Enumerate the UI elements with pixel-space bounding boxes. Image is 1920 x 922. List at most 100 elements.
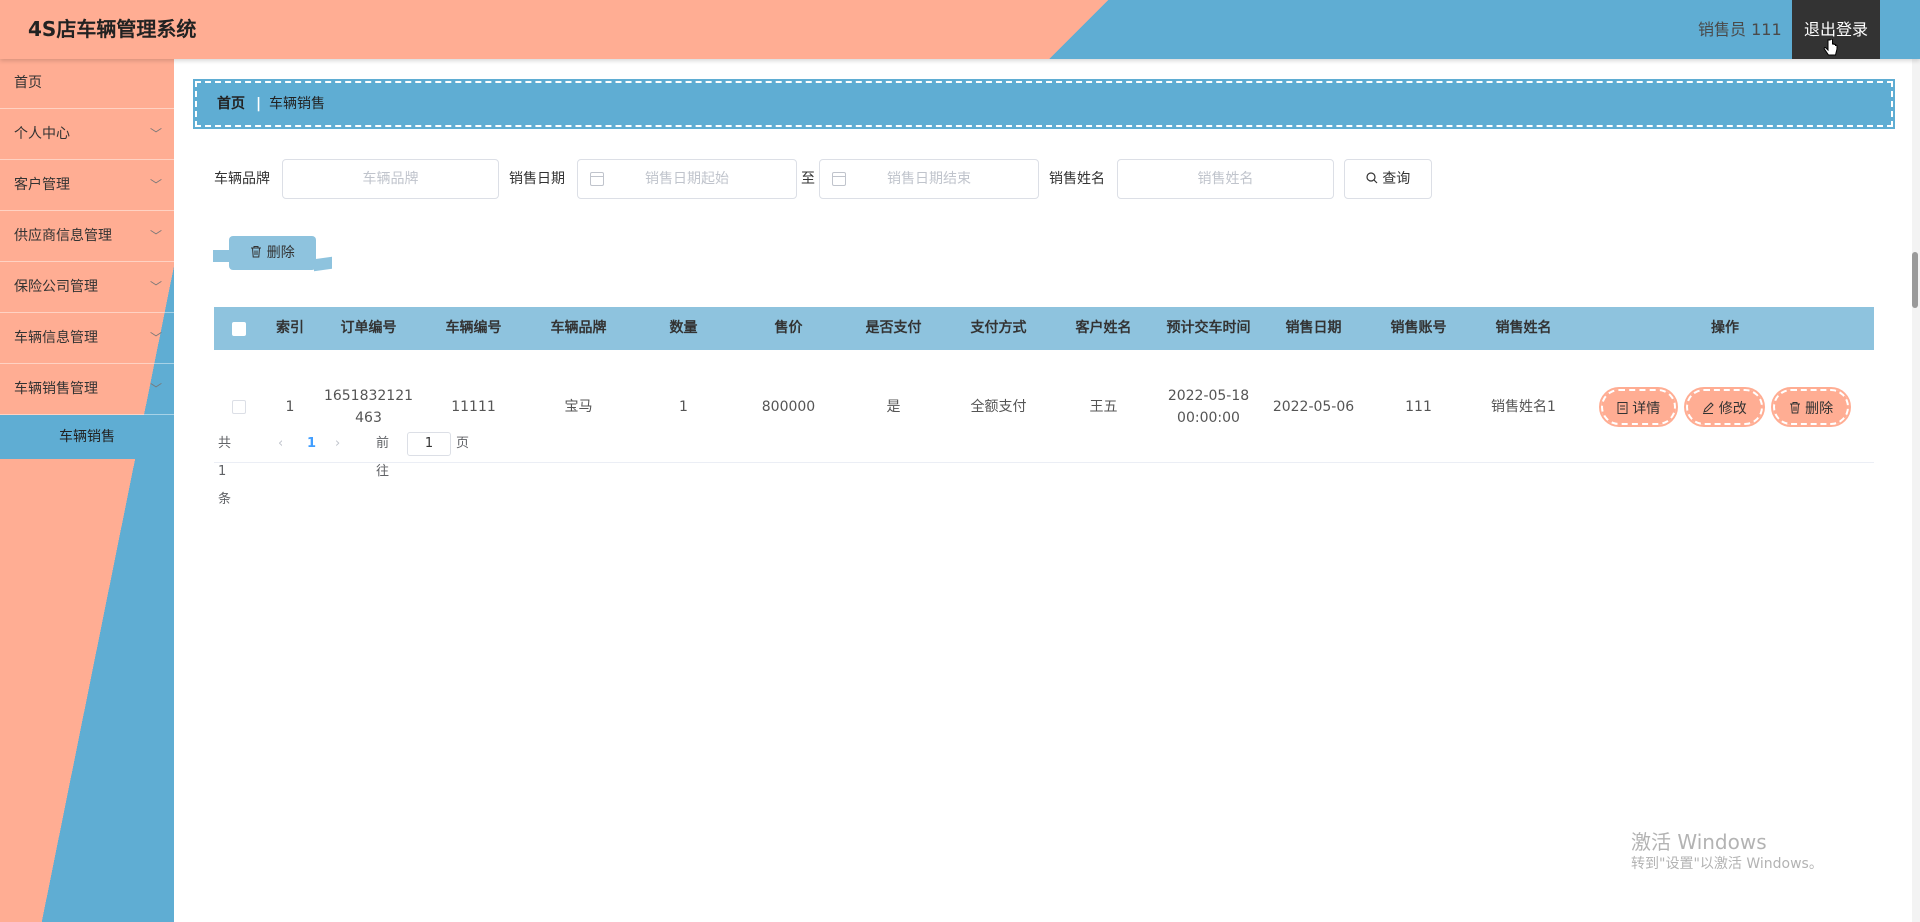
column-header: 操作 — [1711, 320, 1739, 336]
order-no-line-2: 463 — [355, 409, 382, 426]
page-number-current[interactable]: 1 — [307, 430, 316, 458]
sidebar-item-label: 首页 — [14, 75, 42, 91]
current-user-label: 销售员 111 — [1698, 20, 1782, 39]
chevron-down-icon: ﹀ — [149, 382, 162, 396]
chevron-down-icon: ﹀ — [149, 280, 162, 294]
batch-delete-button[interactable]: 删除 — [229, 236, 316, 270]
detail-button-label: 详情 — [1632, 400, 1661, 417]
table-header-row: 索引 订单编号 车辆编号 车辆品牌 数量 售价 是否支付 支付方式 客户姓名 预… — [214, 307, 1874, 350]
sale-date-label: 销售日期 — [509, 171, 565, 187]
cell-paid: 是 — [886, 398, 901, 415]
column-header: 客户姓名 — [1075, 320, 1132, 336]
cell-quantity: 1 — [679, 398, 688, 415]
sidebar-item-vehicles[interactable]: 车辆信息管理 ﹀ — [0, 313, 174, 364]
goto-page-input[interactable]: 1 — [407, 432, 451, 456]
sale-date-start-input[interactable]: 销售日期起始 — [577, 159, 797, 199]
date-range-separator: 至 — [801, 171, 815, 187]
cell-price: 800000 — [761, 398, 816, 415]
pagination-total: 共 1 条 — [218, 436, 232, 507]
cell-sale-date: 2022-05-06 — [1272, 398, 1355, 415]
chevron-down-icon: ﹀ — [149, 331, 162, 345]
column-header: 数量 — [669, 320, 698, 336]
sidebar-item-insurance[interactable]: 保险公司管理 ﹀ — [0, 262, 174, 313]
sidebar-item-personal-center[interactable]: 个人中心 ﹀ — [0, 109, 174, 160]
calendar-icon — [832, 172, 846, 186]
delete-button-decoration — [314, 256, 332, 272]
edit-button-label: 修改 — [1718, 400, 1747, 417]
detail-button[interactable]: 详情 — [1598, 386, 1679, 427]
sidebar-item-label: 车辆信息管理 — [14, 330, 98, 346]
cell-seller-name: 销售姓名1 — [1491, 398, 1556, 415]
sidebar-item-home[interactable]: 首页 — [0, 59, 174, 109]
delivery-date: 2022-05-18 — [1167, 387, 1250, 404]
query-button[interactable]: 查询 — [1344, 159, 1432, 199]
row-delete-button[interactable]: 删除 — [1770, 386, 1852, 427]
query-button-label: 查询 — [1382, 171, 1411, 187]
windows-activation-title: 激活 Windows — [1631, 830, 1767, 854]
cell-customer: 王五 — [1089, 398, 1118, 415]
order-no-line-1: 1651832121 — [323, 387, 414, 404]
edit-icon — [1703, 401, 1714, 414]
batch-delete-label: 删除 — [266, 245, 295, 261]
page-suffix: 页 — [456, 436, 470, 451]
sidebar-item-vehicle-sales[interactable]: 车辆销售管理 ﹀ — [0, 364, 174, 415]
sidebar-subitem-vehicle-sales[interactable]: 车辆销售 — [0, 415, 174, 459]
brand-filter-label: 车辆品牌 — [214, 171, 270, 187]
cell-delivery-time: 2022-05-18 00:00:00 — [1156, 350, 1261, 463]
trash-icon — [251, 246, 262, 258]
top-header: 4S店车辆管理系统 销售员 111 退出登录 — [0, 0, 1920, 59]
row-delete-button-label: 删除 — [1805, 400, 1834, 417]
column-header: 车辆编号 — [445, 320, 502, 336]
seller-name-input[interactable]: 销售姓名 — [1117, 159, 1334, 199]
cell-pay-method: 全额支付 — [970, 398, 1027, 415]
column-header: 售价 — [774, 320, 803, 336]
trash-icon — [1789, 401, 1800, 413]
sidebar-item-suppliers[interactable]: 供应商信息管理 ﹀ — [0, 211, 174, 262]
sale-date-end-placeholder: 销售日期结束 — [887, 171, 971, 187]
column-header: 销售账号 — [1390, 320, 1447, 336]
column-header: 订单编号 — [340, 320, 397, 336]
cell-order-no: 1651832121 463 — [316, 350, 421, 463]
sidebar-item-customers[interactable]: 客户管理 ﹀ — [0, 160, 174, 211]
sidebar-item-label: 车辆销售管理 — [14, 381, 98, 397]
select-all-checkbox[interactable] — [232, 321, 246, 336]
delivery-clock: 00:00:00 — [1177, 409, 1240, 426]
search-icon — [1366, 172, 1378, 184]
next-page-button[interactable]: › — [335, 430, 340, 458]
cell-sale-account: 111 — [1405, 398, 1432, 415]
seller-name-label: 销售姓名 — [1049, 171, 1105, 187]
chevron-down-icon: ﹀ — [149, 127, 162, 141]
app-title: 4S店车辆管理系统 — [28, 17, 197, 41]
sidebar-item-label: 个人中心 — [14, 126, 70, 142]
edit-button[interactable]: 修改 — [1684, 386, 1765, 427]
sidebar: 首页 个人中心 ﹀ 客户管理 ﹀ 供应商信息管理 ﹀ 保险公司管理 ﹀ 车辆信息… — [0, 59, 174, 922]
hand-cursor-icon — [1823, 39, 1838, 56]
breadcrumb-current: 车辆销售 — [269, 96, 325, 112]
brand-filter-input[interactable]: 车辆品牌 — [282, 159, 499, 199]
sale-date-end-input[interactable]: 销售日期结束 — [819, 159, 1039, 199]
windows-activation-subtitle: 转到"设置"以激活 Windows。 — [1631, 856, 1823, 872]
sale-date-start-placeholder: 销售日期起始 — [645, 171, 729, 187]
document-icon — [1617, 401, 1628, 414]
page-scrollbar-thumb[interactable] — [1912, 252, 1918, 308]
column-header: 是否支付 — [865, 320, 922, 336]
prev-page-button[interactable]: ‹ — [278, 430, 283, 458]
chevron-down-icon: ﹀ — [149, 178, 162, 192]
cell-brand: 宝马 — [564, 398, 593, 415]
breadcrumb-home[interactable]: 首页 — [217, 83, 245, 125]
column-header: 预计交车时间 — [1166, 320, 1251, 336]
sidebar-item-label: 供应商信息管理 — [14, 228, 112, 244]
page-scrollbar-track[interactable] — [1912, 59, 1920, 922]
cell-actions: 详情 修改 删除 — [1576, 350, 1874, 463]
column-header: 车辆品牌 — [550, 320, 607, 336]
column-header: 销售日期 — [1285, 320, 1342, 336]
chevron-down-icon: ﹀ — [149, 229, 162, 243]
breadcrumb: 首页 | 车辆销售 — [193, 79, 1895, 129]
row-checkbox[interactable] — [232, 399, 246, 414]
calendar-icon — [590, 172, 604, 186]
sidebar-item-label: 保险公司管理 — [14, 279, 98, 295]
column-header: 索引 — [276, 320, 304, 336]
breadcrumb-separator: | — [256, 96, 262, 112]
column-header: 支付方式 — [970, 320, 1027, 336]
column-header: 销售姓名 — [1495, 320, 1552, 336]
